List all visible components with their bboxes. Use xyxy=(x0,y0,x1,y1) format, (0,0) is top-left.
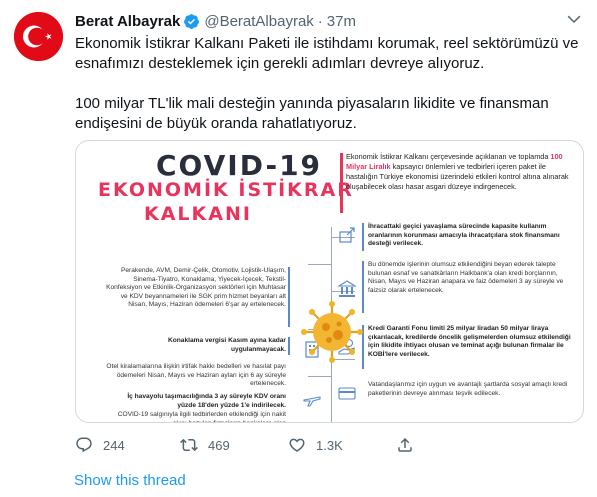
more-options-chevron-icon[interactable] xyxy=(565,10,583,28)
share-button[interactable] xyxy=(396,433,414,457)
infographic-left-item: Konaklama vergisi Kasım ayına kadar uygu… xyxy=(167,337,286,353)
intro-accent-bar xyxy=(340,153,343,213)
retweet-count: 469 xyxy=(208,437,230,453)
connector-line xyxy=(308,264,332,265)
tweet-header: Berat Albayrak @BeratAlbayrak · 37m xyxy=(75,11,356,31)
infographic-title-line-3: KALKANI xyxy=(144,203,252,225)
item-accent-bar xyxy=(288,337,290,355)
reply-button[interactable]: 244 xyxy=(75,433,125,457)
tweet: Berat Albayrak @BeratAlbayrak · 37m Ekon… xyxy=(0,0,597,497)
share-icon xyxy=(398,437,412,452)
media-card[interactable]: COVID-19 EKONOMİK İSTİKRAR KALKANI Ekono… xyxy=(75,140,584,423)
reply-icon xyxy=(76,437,92,453)
item-accent-bar xyxy=(362,223,364,251)
tweet-paragraph-1: Ekonomik İstikrar Kalkanı Paketi ile ist… xyxy=(75,35,579,72)
infographic-left-item: COVID-19 salgınıyla ilgili tedbirlerden … xyxy=(117,411,286,422)
infographic-left-item: Otel kiralamalarına ilişkin irtifak hakk… xyxy=(106,363,286,388)
author-name[interactable]: Berat Albayrak xyxy=(75,13,180,30)
infographic-right-item: İhracattaki geçici yavaşlama sürecinde k… xyxy=(368,223,560,248)
like-count: 1.3K xyxy=(316,437,343,453)
retweet-button[interactable]: 469 xyxy=(180,433,230,457)
tweet-paragraph-2: 100 milyar TL'lik mali desteğin yanında … xyxy=(75,95,549,132)
intro-text-pre: Ekonomik İstikrar Kalkanı çerçevesinde a… xyxy=(346,152,551,161)
verified-badge-icon xyxy=(183,13,200,30)
tweet-text: Ekonomik İstikrar Kalkanı Paketi ile ist… xyxy=(75,34,585,134)
turkish-flag-icon xyxy=(14,12,63,61)
coronavirus-icon xyxy=(299,299,365,365)
infographic-left-item: İç havayolu taşımacılığında 3 ay süreyle… xyxy=(127,393,286,409)
infographic-image: COVID-19 EKONOMİK İSTİKRAR KALKANI Ekono… xyxy=(76,141,583,422)
retweet-icon xyxy=(180,438,198,452)
airplane-icon xyxy=(302,389,322,409)
bank-icon xyxy=(337,279,357,299)
show-thread-link[interactable]: Show this thread xyxy=(74,472,186,489)
infographic-right-item: Bu dönemde işlerinin olumsuz etkilendiği… xyxy=(368,261,564,294)
infographic-right-item: Kredi Garanti Fonu limiti 25 milyar lira… xyxy=(368,325,571,358)
avatar[interactable] xyxy=(14,12,63,61)
infographic-intro: Ekonomik İstikrar Kalkanı çerçevesinde a… xyxy=(346,152,576,192)
infographic-right-item: Vatandaşlarımız için uygun ve avantajlı … xyxy=(368,381,568,397)
credit-card-icon xyxy=(337,383,357,403)
heart-icon xyxy=(289,438,305,452)
connector-line xyxy=(308,376,332,377)
tweet-time[interactable]: 37m xyxy=(327,13,356,30)
item-accent-bar xyxy=(288,267,290,327)
infographic-title-covid: COVID-19 xyxy=(156,149,323,182)
like-button[interactable]: 1.3K xyxy=(288,433,343,457)
tweet-actions: 244 469 1.3K xyxy=(75,433,585,457)
author-handle[interactable]: @BeratAlbayrak xyxy=(204,13,313,30)
export-box-icon xyxy=(337,225,357,245)
separator-dot: · xyxy=(317,12,323,30)
reply-count: 244 xyxy=(103,437,125,453)
infographic-title-line-2: EKONOMİK İSTİKRAR xyxy=(98,179,354,201)
infographic-left-item: Perakende, AVM, Demir-Çelik, Otomotiv, L… xyxy=(106,267,286,309)
